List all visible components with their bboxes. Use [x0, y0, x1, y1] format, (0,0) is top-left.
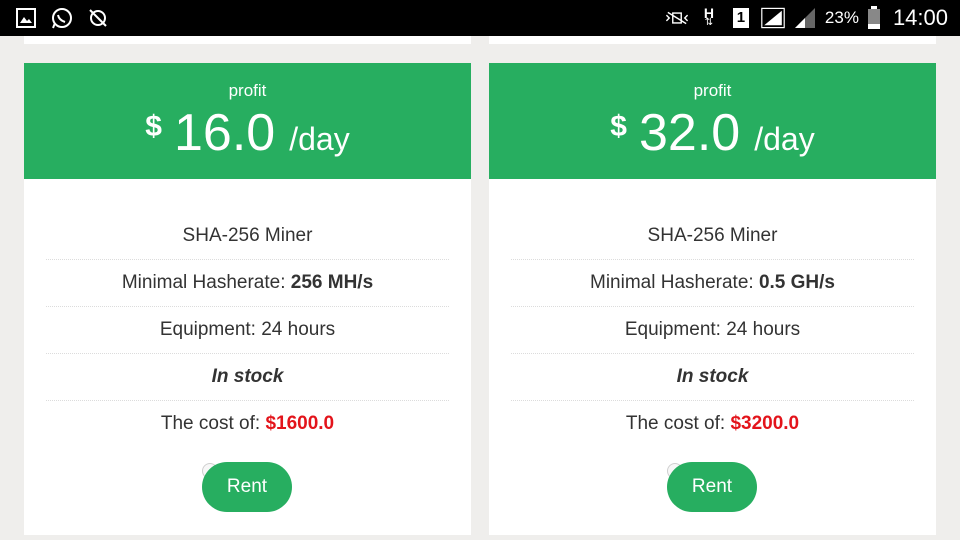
price: $ 32.0 /day [489, 103, 936, 163]
hashrate-label: Minimal Hasherate: [590, 272, 754, 293]
cost-label: The cost of: [625, 413, 726, 434]
feature-list: SHA-256 Miner Minimal Hasherate: 256 MH/… [46, 213, 449, 447]
feature-algorithm: SHA-256 Miner [46, 213, 449, 260]
profit-label: profit [693, 81, 732, 100]
feature-cost: The cost of: $1600.0 [46, 401, 449, 447]
feature-hashrate: Minimal Hasherate: 256 MH/s [46, 260, 449, 307]
cost-value: $1600.0 [265, 413, 335, 434]
previous-card-bottom [24, 36, 471, 44]
whatsapp-icon [50, 6, 74, 30]
stock-status: In stock [511, 354, 914, 401]
currency-symbol: $ [145, 110, 162, 143]
sim-1-icon: 1 [729, 6, 753, 30]
status-bar: H ⇅ 1 23% 14:00 [0, 0, 960, 36]
hashrate-value: 256 MH/s [290, 272, 374, 293]
feature-list: SHA-256 Miner Minimal Hasherate: 0.5 GH/… [511, 213, 914, 447]
feature-hashrate: Minimal Hasherate: 0.5 GH/s [511, 260, 914, 307]
feature-algorithm: SHA-256 Miner [511, 213, 914, 260]
mute-vibrate-icon [665, 6, 689, 30]
signal-icon [761, 6, 785, 30]
signal-2-icon [793, 6, 817, 30]
network-h-icon: H ⇅ [703, 5, 714, 28]
sync-off-icon [86, 6, 110, 30]
battery-percent: 23% [824, 8, 859, 27]
hashrate-value: 0.5 GH/s [758, 272, 835, 293]
cost-label: The cost of: [160, 413, 261, 434]
card-header: profit $ 16.0 /day [24, 63, 471, 179]
feature-equipment: Equipment: 24 hours [46, 307, 449, 354]
price-period: /day [289, 121, 350, 157]
price-amount: 16.0 [173, 104, 276, 162]
cost-value: $3200.0 [730, 413, 800, 434]
battery-icon [867, 6, 881, 30]
gallery-icon [14, 6, 38, 30]
currency-symbol: $ [610, 110, 627, 143]
feature-equipment: Equipment: 24 hours [511, 307, 914, 354]
feature-cost: The cost of: $3200.0 [511, 401, 914, 447]
card-header: profit $ 32.0 /day [489, 63, 936, 179]
rent-button[interactable]: Rent [667, 462, 757, 512]
price-amount: 32.0 [638, 104, 741, 162]
pricing-card-2: profit $ 32.0 /day SHA-256 Miner Minimal… [489, 63, 936, 535]
stock-status: In stock [46, 354, 449, 401]
rent-button[interactable]: Rent [202, 462, 292, 512]
pricing-card-1: profit $ 16.0 /day SHA-256 Miner Minimal… [24, 63, 471, 535]
previous-card-bottom [489, 36, 936, 44]
clock: 14:00 [892, 5, 948, 30]
price: $ 16.0 /day [24, 103, 471, 163]
hashrate-label: Minimal Hasherate: [121, 272, 286, 293]
price-period: /day [754, 121, 815, 157]
profit-label: profit [228, 81, 267, 100]
